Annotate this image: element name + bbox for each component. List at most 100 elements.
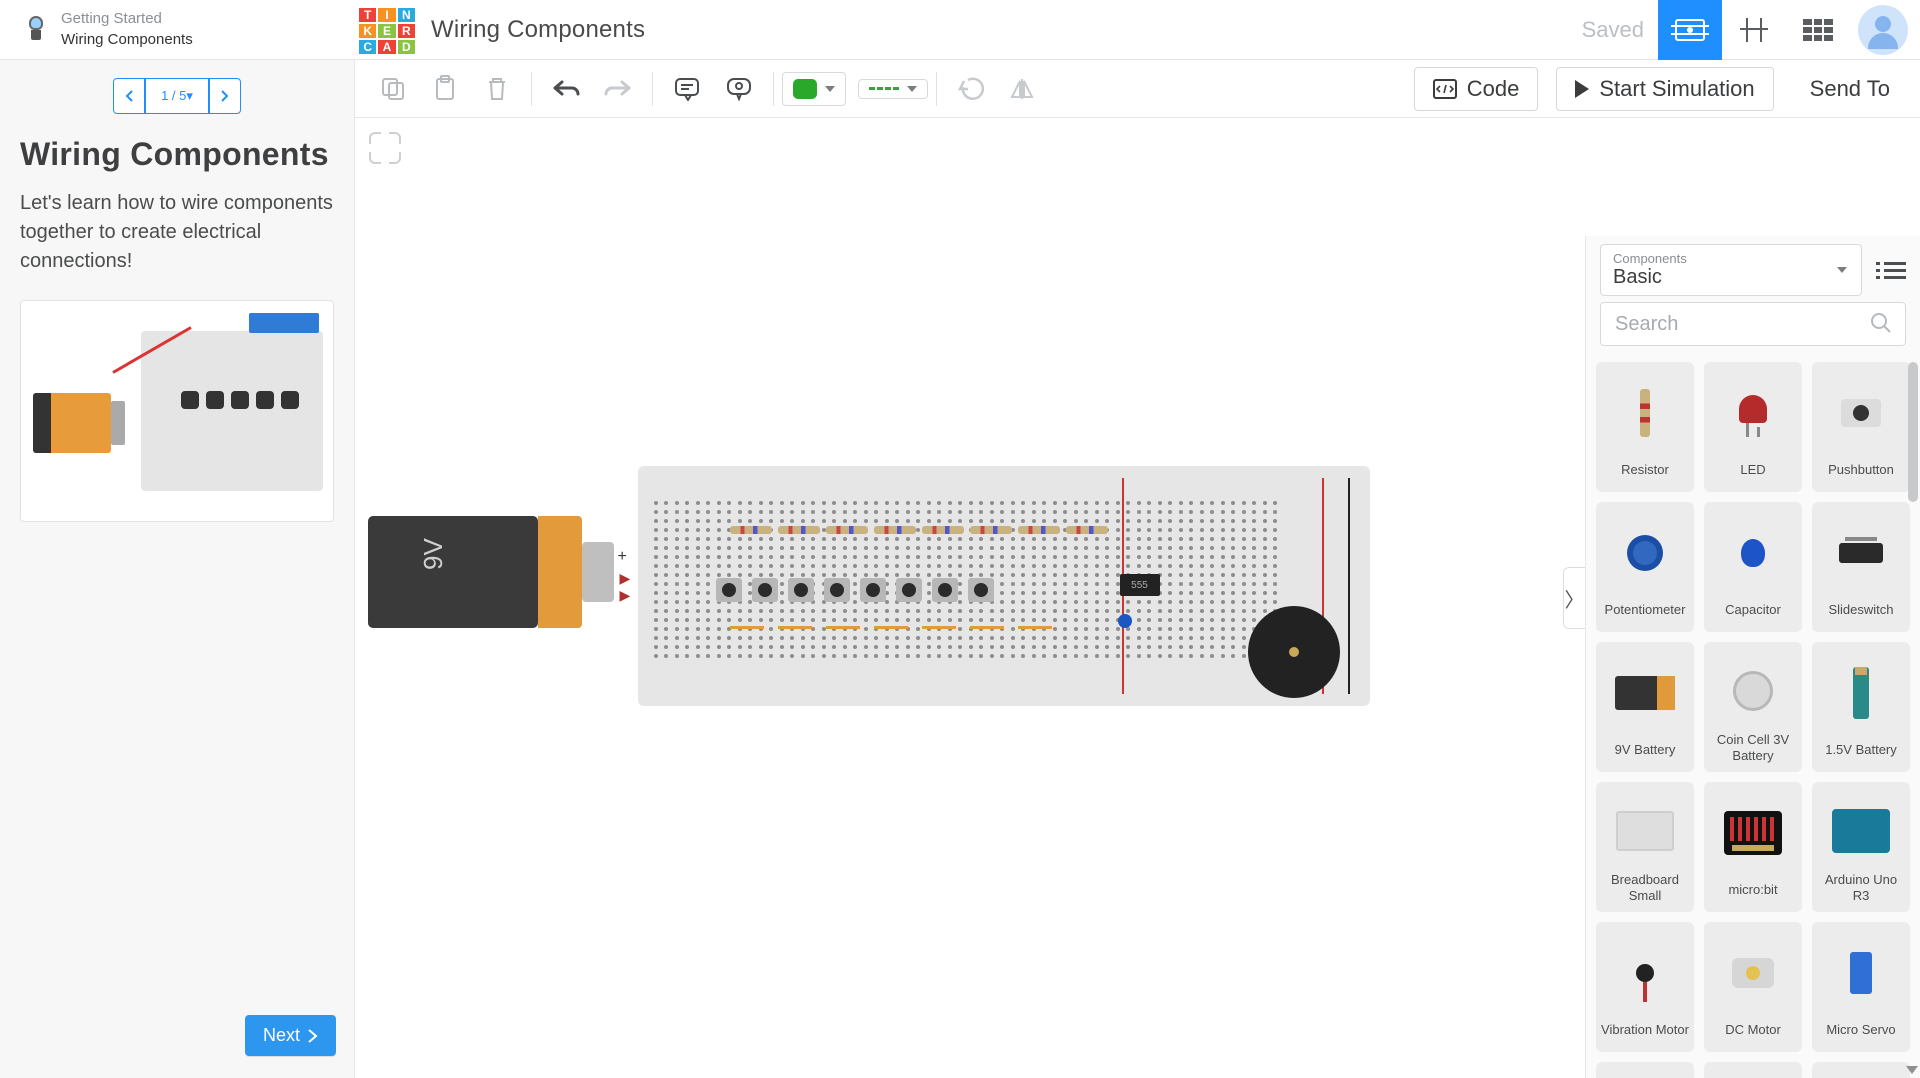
component-resistor[interactable] [1066,526,1108,534]
paste-button[interactable] [419,67,471,111]
copy-button[interactable] [367,67,419,111]
component-resistor[interactable] [730,526,772,534]
toggle-notes-visibility-button[interactable] [713,67,765,111]
trash-icon [485,75,509,103]
breadboard-icon [1616,811,1674,851]
paste-icon [432,75,458,103]
workplane-canvas[interactable]: 9V + ▶▶ document.write(Array.from({lengt… [355,118,1920,1078]
component-item-led[interactable]: LED [1704,362,1802,492]
component-resistor[interactable] [826,526,868,534]
component-resistor[interactable] [922,526,964,534]
code-button[interactable]: Code [1414,67,1539,111]
component-item-led-rgb[interactable]: LED RGB [1812,1062,1910,1078]
component-pushbutton[interactable] [788,578,814,602]
wire-type-picker[interactable] [858,79,928,99]
component-item-arduino-uno[interactable]: Arduino Uno R3 [1812,782,1910,912]
rotate-button[interactable] [945,67,997,111]
view-components-list-button[interactable] [1786,0,1850,60]
user-avatar[interactable] [1858,5,1908,55]
component-piezo[interactable] [1248,606,1340,698]
component-pushbutton[interactable] [932,578,958,602]
wire[interactable] [1018,626,1052,629]
component-resistor[interactable] [778,526,820,534]
components-view-toggle[interactable] [1872,253,1906,287]
component-resistor[interactable] [970,526,1012,534]
component-item-pushbutton[interactable]: Pushbutton [1812,362,1910,492]
component-breadboard[interactable]: document.write(Array.from({length:18}).m… [638,466,1370,706]
component-resistor[interactable] [1018,526,1060,534]
wire[interactable] [874,626,908,629]
undo-icon [552,79,580,99]
components-search-input[interactable] [1600,302,1906,346]
components-scrollbar[interactable] [1908,356,1918,1074]
note-eye-icon [725,77,753,101]
scrollbar-thumb[interactable] [1908,362,1918,502]
component-item-9v-battery[interactable]: 9V Battery [1596,642,1694,772]
led-icon [1739,395,1767,431]
battery-9v-icon [1615,676,1675,710]
components-category-dropdown[interactable]: Components Basic [1600,244,1862,296]
component-item-slideswitch[interactable]: Slideswitch [1812,502,1910,632]
notes-button[interactable] [661,67,713,111]
save-status: Saved [1582,17,1644,43]
search-icon [1870,312,1892,334]
component-555-timer[interactable]: 555 [1120,574,1160,596]
component-item-coin-cell[interactable]: Coin Cell 3V Battery [1704,642,1802,772]
undo-button[interactable] [540,67,592,111]
component-pushbutton[interactable] [716,578,742,602]
lesson-next-button[interactable]: Next [245,1015,336,1056]
component-item-microbit[interactable]: micro:bit [1704,782,1802,912]
mirror-button[interactable] [997,67,1049,111]
pager-next-button[interactable] [209,78,241,114]
copy-icon [380,76,406,102]
scroll-down-icon[interactable] [1906,1066,1918,1074]
component-item-capacitor[interactable]: Capacitor [1704,502,1802,632]
lesson-icon [25,16,47,44]
wire[interactable] [778,626,812,629]
battery-label: 9V [418,538,449,570]
wire[interactable] [970,626,1004,629]
chevron-right-icon [221,90,229,102]
component-pushbutton[interactable] [752,578,778,602]
wire[interactable] [730,626,764,629]
component-potentiometer[interactable] [1118,614,1132,628]
send-to-button[interactable]: Send To [1792,68,1908,110]
component-item-micro-servo[interactable]: Micro Servo [1812,922,1910,1052]
send-to-label: Send To [1810,76,1890,102]
component-pushbutton[interactable] [860,578,886,602]
component-pushbutton[interactable] [968,578,994,602]
project-name[interactable]: Wiring Components [431,16,645,44]
panel-collapse-handle[interactable]: 〉 [1563,567,1585,629]
component-item-resistor[interactable]: Resistor [1596,362,1694,492]
breadcrumb[interactable]: Getting Started [61,9,193,29]
circuit[interactable]: 9V + ▶▶ document.write(Array.from({lengt… [638,466,1638,706]
component-pushbutton[interactable] [824,578,850,602]
start-simulation-button[interactable]: Start Simulation [1556,67,1773,111]
component-item-15v-battery[interactable]: 1.5V Battery [1812,642,1910,772]
wire-color-picker[interactable] [782,72,846,106]
dropdown-value: Basic [1613,266,1849,289]
component-item-hobby-gearmotor[interactable]: Hobby [1596,1062,1694,1078]
component-item-npn-transistor[interactable]: NNPN [1704,1062,1802,1078]
zoom-to-fit-button[interactable] [369,132,401,164]
wire[interactable] [826,626,860,629]
pager-page-dropdown[interactable]: 1 / 5▾ [145,78,209,114]
delete-button[interactable] [471,67,523,111]
redo-button[interactable] [592,67,644,111]
view-schematic-button[interactable] [1722,0,1786,60]
lesson-title: Wiring Components [61,30,193,50]
component-pushbutton[interactable] [896,578,922,602]
component-item-dc-motor[interactable]: DC Motor [1704,922,1802,1052]
microbit-icon [1724,811,1782,855]
view-circuit-button[interactable] [1658,0,1722,60]
component-item-potentiometer[interactable]: Potentiometer [1596,502,1694,632]
wire[interactable] [922,626,956,629]
component-9v-battery[interactable]: 9V + ▶▶ [368,516,598,628]
component-item-breadboard-small[interactable]: Breadboard Small [1596,782,1694,912]
chevron-down-icon [907,86,917,92]
tinkercad-logo[interactable]: TIN KER CAD [357,6,417,54]
component-item-vibration-motor[interactable]: Vibration Motor [1596,922,1694,1052]
component-resistor[interactable] [874,526,916,534]
pager-prev-button[interactable] [113,78,145,114]
lesson-header: Getting Started Wiring Components [0,0,355,60]
